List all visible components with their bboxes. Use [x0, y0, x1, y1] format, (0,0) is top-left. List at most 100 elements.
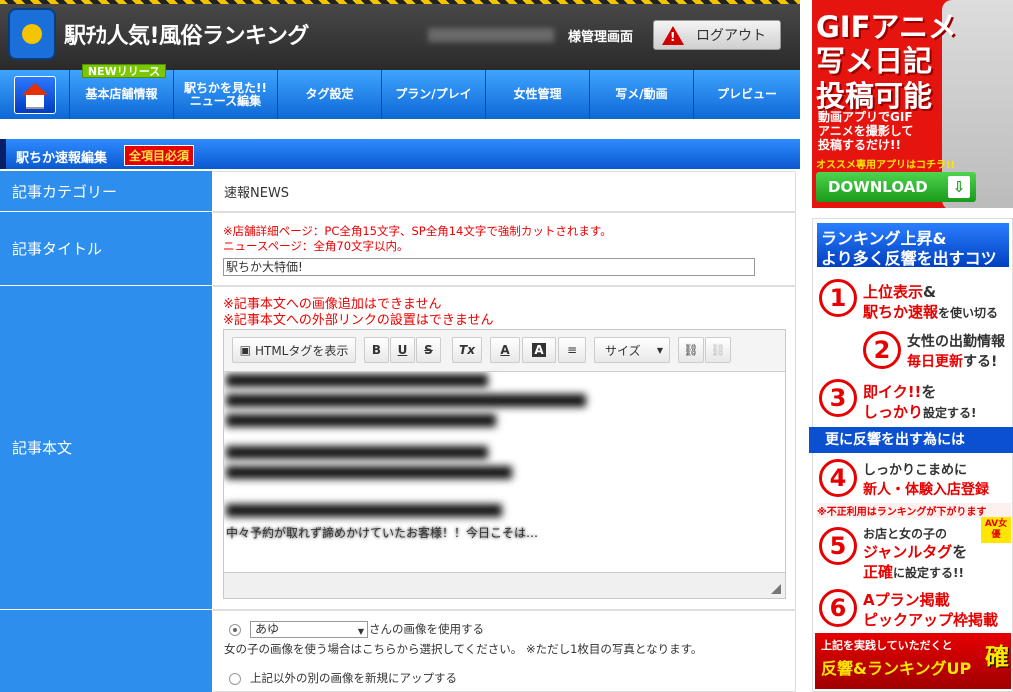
tip4-a: しっかりこまめに: [863, 463, 968, 478]
tip5-set: に設定する!!: [893, 566, 964, 580]
blurred-text: [226, 414, 496, 427]
tip6-a: Aプラン掲載: [863, 591, 950, 609]
html-source-label: HTMLタグを表示: [254, 343, 349, 358]
tip5-exact: 正確: [863, 563, 894, 581]
step-4-icon: 4: [819, 459, 857, 497]
step-5-icon: 5: [819, 527, 857, 565]
tip5-b: ジャンルタグを: [863, 541, 967, 562]
tip3-wo: を: [921, 383, 937, 401]
tip2-b: 毎日更新する!: [907, 351, 997, 371]
new-release-badge: NEWリリース: [82, 64, 166, 78]
strike-button[interactable]: S: [416, 337, 441, 363]
size-select[interactable]: サイズ ▼: [594, 337, 670, 363]
gif-app-ad-banner[interactable]: GIFアニメ 写メ日記 投稿可能 動画アプリでGIF アニメを撮影して 投稿する…: [812, 0, 1013, 208]
av-badge: AV女優: [981, 517, 1011, 543]
title-note-2: ニュースページ：全角70文字以内。: [223, 239, 409, 253]
unlink-button[interactable]: ⛓: [705, 337, 731, 363]
blurred-text: [226, 466, 512, 479]
tip1-b: 駅ちか速報を使い切る: [863, 301, 998, 322]
html-source-button[interactable]: ▣ HTMLタグを表示: [232, 337, 356, 363]
tip3-iku: 即イク!!: [863, 383, 922, 401]
resize-handle[interactable]: [771, 584, 781, 594]
body-note-2: ※記事本文への外部リンクの設置はできません: [223, 313, 494, 328]
tip3-set: 設定する!: [923, 406, 977, 420]
font-color-button[interactable]: A: [490, 337, 520, 363]
blurred-text: [226, 374, 488, 387]
align-center-button[interactable]: ≡: [558, 337, 586, 363]
tip3-a: 即イク!!を: [863, 381, 936, 402]
step-1-icon: 1: [819, 279, 857, 317]
chevron-down-icon: ▼: [656, 345, 663, 355]
bg-color-label: A: [532, 343, 546, 357]
ad-gif-line3: 投稿可能: [816, 79, 933, 113]
tip1-a: 上位表示&: [863, 281, 936, 302]
blurred-text: [226, 504, 502, 517]
train-logo-icon[interactable]: [8, 8, 56, 60]
tip4-b: 新人・体験入店登録: [863, 482, 989, 498]
more-response-banner: 更に反響を出す為には: [809, 427, 1013, 453]
girl-select[interactable]: あゆ: [250, 621, 368, 639]
category-cell: [213, 171, 796, 212]
fraud-warning: ※不正利用はランキングが下がります: [817, 503, 1011, 518]
blurred-text: [226, 394, 586, 407]
account-name-blurred: [428, 28, 554, 42]
use-girl-image-radio[interactable]: [229, 624, 241, 636]
step-6-icon: 6: [819, 589, 857, 627]
use-image-suffix: さんの画像を使用する: [369, 622, 484, 636]
bold-button[interactable]: B: [364, 337, 389, 363]
nav-home-cell: [0, 70, 70, 119]
tip5-c: 正確に設定する!!: [863, 561, 964, 582]
ad-gif-recommend: オススメ専用アプリはコチラ!!: [816, 160, 956, 171]
title-note-1: ※店舗詳細ページ：PC全角15文字、SP全角14文字で強制カットされます。: [223, 224, 612, 238]
logout-button[interactable]: ログアウト: [653, 20, 781, 50]
tip2-a: 女性の出勤情報: [907, 334, 1005, 350]
tip5-genre: ジャンルタグ: [863, 543, 953, 561]
admin-label: 様管理画面: [568, 30, 634, 45]
hazard-stripe: [0, 0, 800, 4]
tip1-top: 上位表示: [863, 283, 924, 301]
nav-plan-play[interactable]: プラン/プレイ: [382, 70, 486, 119]
tip1-use: を使い切る: [938, 306, 999, 320]
clear-format-button[interactable]: Tx: [452, 337, 482, 363]
logout-label: ログアウト: [696, 28, 766, 44]
image-note: 女の子の画像を使う場合はこちらから選択してください。 ※ただし1枚目の写真となり…: [224, 642, 703, 656]
section-header: [0, 139, 800, 169]
link-button[interactable]: ⛓: [678, 337, 704, 363]
body-note-1: ※記事本文への画像追加はできません: [223, 297, 442, 312]
tip2-do: する!: [963, 354, 998, 370]
tip3-b: しっかり設定する!: [863, 401, 977, 422]
upload-new-image-radio[interactable]: [229, 673, 241, 685]
ad-gif-desc: 動画アプリでGIF アニメを撮影して 投稿するだけ!!: [818, 110, 914, 152]
section-title: 駅ちか速報編集: [16, 151, 108, 166]
nav-girls[interactable]: 女性管理: [486, 70, 590, 119]
ranking-tips-ad[interactable]: ランキング上昇& より多く反響を出すコツ 1 上位表示& 駅ちか速報を使い切る …: [809, 218, 1013, 692]
upload-new-label: 上記以外の別の画像を新規にアップする: [250, 671, 457, 685]
tip6-b: ピックアップ枠掲載: [863, 611, 999, 629]
nav-news-edit[interactable]: 駅ちかを見た!! ニュース編集: [174, 70, 278, 119]
download-button[interactable]: DOWNLOAD ⇩: [816, 172, 976, 202]
required-badge: 全項目必須: [124, 145, 195, 166]
editor-tail-text: 中々予約が取れず諦めかけていたお客様！！今日こそは…: [226, 526, 539, 540]
blurred-text: [226, 446, 488, 459]
download-icon: ⇩: [948, 176, 970, 198]
align-center-icon: ≡: [566, 343, 578, 357]
ranking-foot-2: 反響&ランキングUP: [821, 659, 972, 678]
step-2-icon: 2: [863, 331, 901, 369]
warning-icon: [662, 25, 684, 45]
tip2-daily: 毎日更新: [907, 354, 963, 370]
site-logo[interactable]: 駅ﾁｶ人気!風俗ランキング: [64, 18, 309, 50]
tip1-news: 駅ちか速報: [863, 303, 939, 321]
underline-button[interactable]: U: [390, 337, 415, 363]
ranking-foot-1: 上記を実践していただくと: [821, 639, 953, 652]
source-icon: ▣: [239, 343, 251, 357]
nav-photo-video[interactable]: 写メ/動画: [590, 70, 694, 119]
nav-tag-settings[interactable]: タグ設定: [278, 70, 382, 119]
category-value: 速報NEWS: [224, 186, 290, 201]
nav-preview[interactable]: プレビュー: [694, 70, 800, 119]
editor-content[interactable]: 中々予約が取れず諦めかけていたお客様！！今日こそは…: [224, 372, 785, 572]
bg-color-button[interactable]: A: [522, 337, 556, 363]
category-label: 記事カテゴリー: [0, 171, 212, 212]
size-label: サイズ: [605, 343, 641, 358]
title-input[interactable]: 駅ちか大特価!: [223, 258, 755, 276]
tip5-wo: を: [952, 543, 968, 561]
